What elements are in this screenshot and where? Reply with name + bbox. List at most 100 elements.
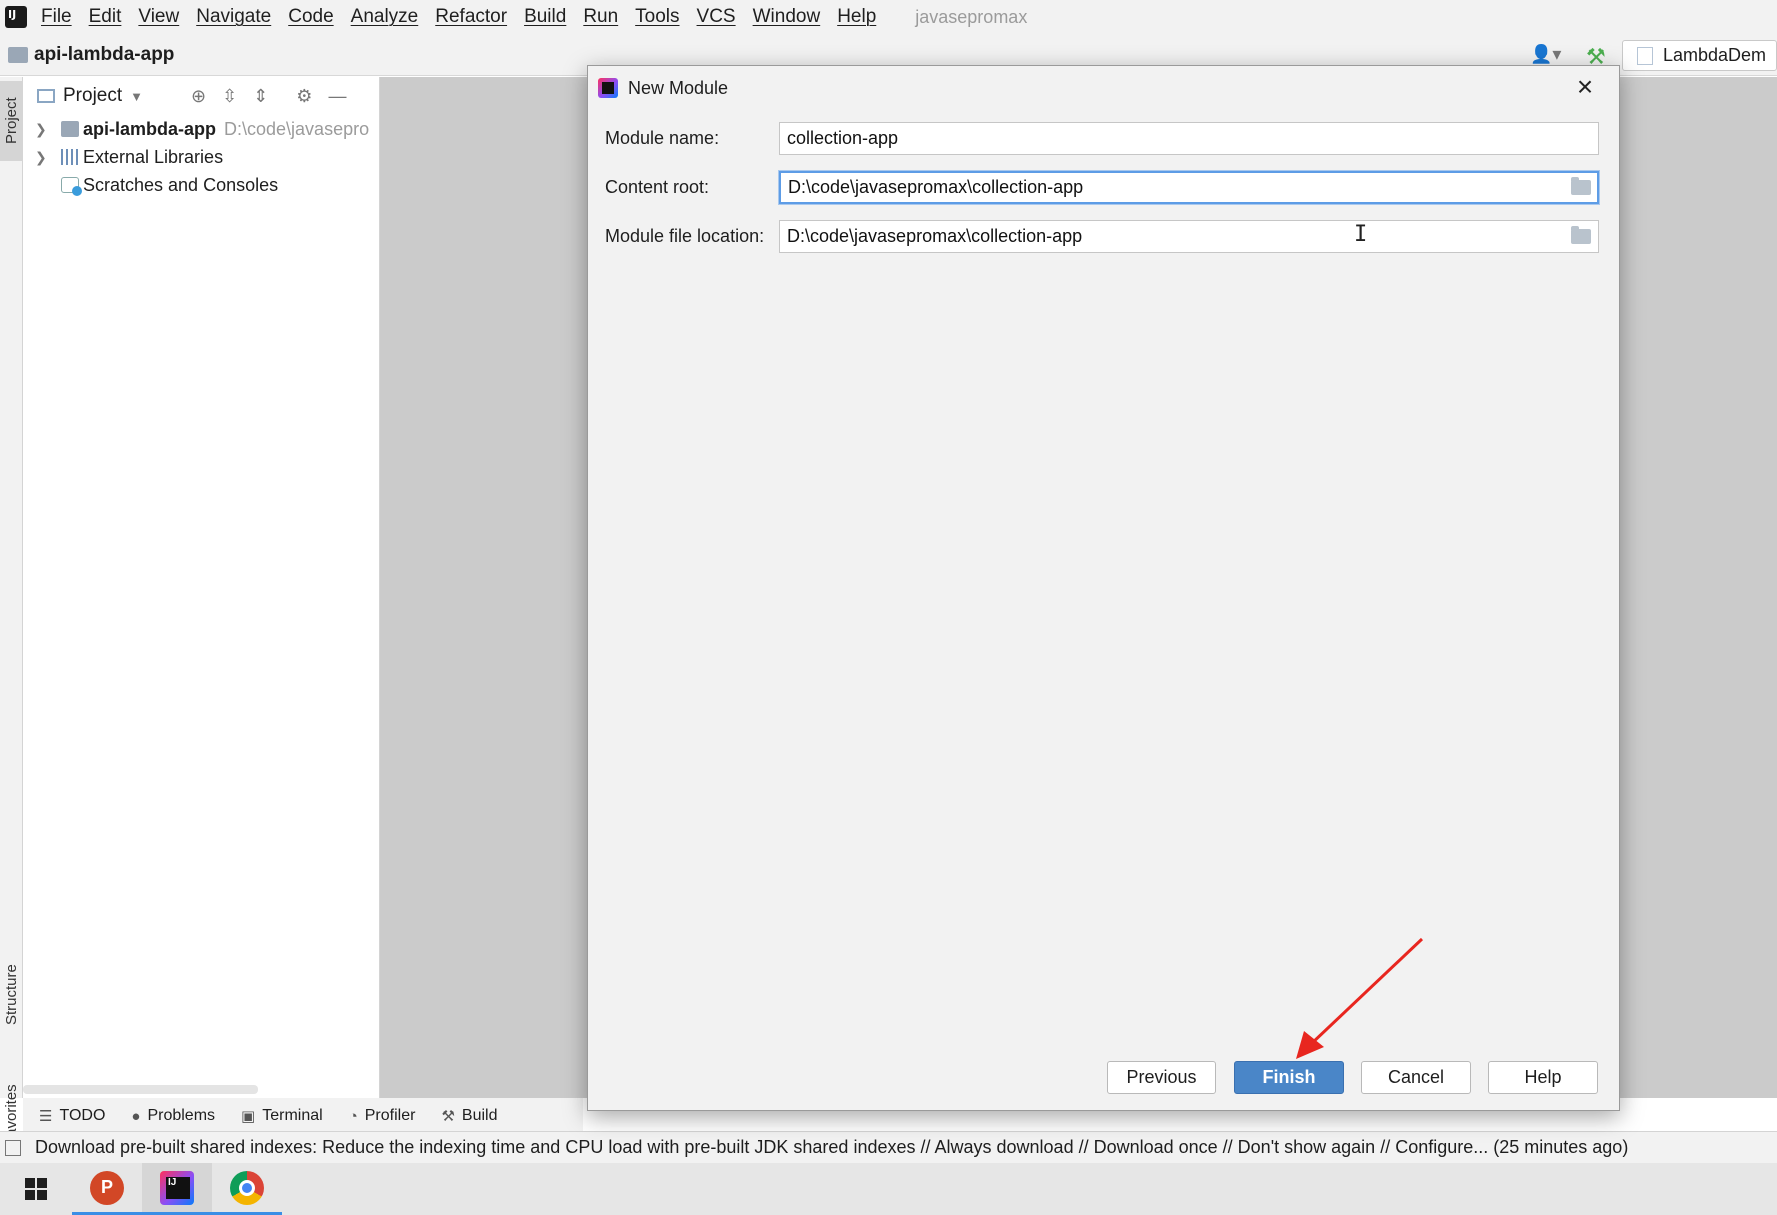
chevron-right-icon[interactable]: ❯ [35,121,51,138]
module-file-location-input[interactable] [779,219,1599,253]
folder-icon[interactable] [1571,225,1591,244]
intellij-logo-icon: IJ [2,3,30,31]
run-config-icon [1637,46,1653,65]
tool-window-tab-project[interactable]: Project [0,81,23,161]
window-project-name: javasepromax [915,6,1028,27]
new-module-dialog: New Module × Module name: Content root: … [587,65,1620,1111]
bottom-tool-tabs: ☰ TODO ● Problems ▣ Terminal ◔ Profiler ⚒ Bui… [23,1098,583,1134]
module-name-input[interactable] [779,121,1599,155]
run-configuration-selector[interactable]: LambdaDem [1622,40,1777,71]
tree-item-external-libraries[interactable]: ❯ External Libraries [23,143,379,171]
menu-build[interactable]: Build [524,6,566,28]
user-dropdown-icon[interactable]: 👤▾ [1530,44,1564,68]
scratches-icon [61,177,82,196]
menu-run[interactable]: Run [583,6,618,28]
tree-item-label: External Libraries [83,146,224,167]
menu-code[interactable]: Code [288,6,333,28]
chrome-icon [230,1170,264,1205]
horizontal-scrollbar[interactable] [23,1085,258,1094]
locate-target-icon[interactable]: ⊕ [191,86,206,107]
taskbar-powerpoint[interactable]: P [72,1163,142,1215]
taskbar-intellij[interactable] [142,1163,212,1215]
taskbar-chrome[interactable] [212,1163,282,1215]
menu-tools[interactable]: Tools [635,6,679,28]
tree-item-path: D:\code\javasepro [224,118,370,139]
tab-build[interactable]: ⚒ Build [441,1107,497,1125]
module-file-location-label: Module file location: [605,225,765,246]
close-icon[interactable]: × [1571,73,1599,102]
tab-terminal[interactable]: ▣ Terminal [241,1107,323,1125]
text-cursor-icon: I [1354,222,1368,247]
menu-view[interactable]: View [138,6,179,28]
tree-item-label: api-lambda-app [83,118,217,139]
left-tool-stripe: Project Structure Favorites [0,77,23,1146]
menu-edit[interactable]: Edit [89,6,122,28]
content-root-row: Content root: [605,170,1599,204]
tree-item-scratches[interactable]: Scratches and Consoles [23,171,379,199]
cancel-button[interactable]: Cancel [1361,1061,1471,1094]
chevron-right-icon[interactable]: ❯ [35,149,51,166]
menu-file[interactable]: File [41,6,72,28]
library-icon [61,149,79,165]
content-root-label: Content root: [605,176,710,197]
tree-item-project[interactable]: ❯ api-lambda-app D:\code\javasepro [23,115,379,143]
tab-label: Terminal [262,1107,323,1124]
hammer-icon: ⚒ [441,1108,455,1125]
tree-item-label: Scratches and Consoles [83,174,279,195]
tab-todo[interactable]: ☰ TODO [39,1107,105,1125]
arrow-shaft [1308,937,1424,1047]
folder-icon[interactable] [1571,176,1591,195]
status-bar: Download pre-built shared indexes: Reduc… [0,1131,1777,1163]
intellij-icon [160,1170,194,1205]
module-name-label: Module name: [605,127,720,148]
list-icon: ☰ [39,1108,53,1125]
content-root-input[interactable] [779,170,1599,204]
collapse-all-icon[interactable]: ⇕ [253,86,268,107]
tab-label: TODO [59,1107,106,1124]
menu-navigate[interactable]: Navigate [196,6,271,28]
module-folder-icon [8,46,28,63]
dialog-titlebar: New Module × [588,66,1619,110]
annotation-arrow-icon [1296,937,1424,1059]
chevron-down-icon[interactable]: ▼ [130,89,143,104]
menu-window[interactable]: Window [753,6,821,28]
tab-label: Problems [147,1107,216,1124]
tab-label: Profiler [364,1107,416,1124]
finish-button[interactable]: Finish [1234,1061,1344,1094]
help-button[interactable]: Help [1488,1061,1598,1094]
tab-label: Build [461,1107,498,1124]
menu-vcs[interactable]: VCS [697,6,736,28]
status-toggle-icon[interactable] [5,1139,21,1156]
menu-help[interactable]: Help [837,6,876,28]
terminal-icon: ▣ [241,1108,256,1125]
project-view-selector[interactable]: Project [63,85,122,107]
menu-refactor[interactable]: Refactor [435,6,507,28]
tool-window-tab-structure[interactable]: Structure [0,945,23,1045]
minimize-icon[interactable]: — [328,86,346,107]
expand-all-icon[interactable]: ⇳ [222,86,237,107]
dialog-title: New Module [628,77,729,98]
menu-analyze[interactable]: Analyze [351,6,419,28]
project-tool-window: Project ▼ ⊕ ⇳ ⇕ ⚙ — ❯ api-lambda-app D:\… [23,77,380,1098]
windows-taskbar: P [0,1163,1777,1215]
project-view-icon [37,89,55,103]
module-file-location-row: Module file location: [605,219,1599,253]
tab-problems[interactable]: ● Problems [131,1107,215,1125]
previous-button[interactable]: Previous [1107,1061,1216,1094]
powerpoint-icon: P [90,1170,124,1205]
run-configuration-label: LambdaDem [1663,45,1767,65]
breadcrumb-project[interactable]: api-lambda-app [34,44,174,66]
windows-logo-icon [25,1178,47,1200]
problems-icon: ● [131,1107,141,1125]
gear-icon[interactable]: ⚙ [296,86,312,107]
module-folder-icon [61,121,79,137]
profiler-icon: ◔ [348,1107,358,1125]
tab-profiler[interactable]: ◔ Profiler [349,1107,416,1125]
status-message[interactable]: Download pre-built shared indexes: Reduc… [35,1137,1628,1158]
build-hammer-icon[interactable]: ⚒ [1586,44,1610,69]
project-panel-toolbar: Project ▼ ⊕ ⇳ ⇕ ⚙ — [23,77,379,115]
menu-bar: IJ File Edit View Navigate Code Analyze … [0,0,1777,34]
intellij-logo-icon [598,78,618,98]
start-button[interactable] [0,1163,72,1215]
module-name-row: Module name: [605,121,1599,155]
